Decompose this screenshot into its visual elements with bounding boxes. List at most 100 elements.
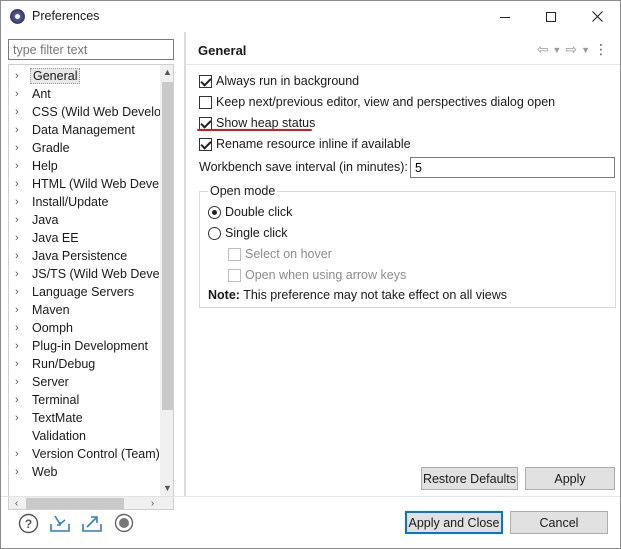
- tree-item-label: HTML (Wild Web Develc: [32, 177, 160, 191]
- restore-defaults-button[interactable]: Restore Defaults: [421, 467, 518, 490]
- scroll-left-icon[interactable]: ‹: [9, 496, 24, 509]
- tree-item[interactable]: › Java Persistence: [9, 247, 160, 265]
- chevron-right-icon[interactable]: ›: [15, 301, 25, 319]
- help-icon[interactable]: ?: [17, 512, 39, 534]
- tree-item-label: Oomph: [32, 321, 73, 335]
- tree-item-label: CSS (Wild Web Develop: [32, 105, 160, 119]
- tree-item[interactable]: › Data Management: [9, 121, 160, 139]
- tree-item[interactable]: Validation: [9, 427, 160, 445]
- tree-item[interactable]: › Web: [9, 463, 160, 481]
- tree-item[interactable]: › Gradle: [9, 139, 160, 157]
- keep-next-previous-checkbox[interactable]: [199, 95, 212, 109]
- tree-item[interactable]: › JS/TS (Wild Web Develc: [9, 265, 160, 283]
- chevron-right-icon[interactable]: ›: [15, 175, 25, 193]
- open-arrow-keys-option[interactable]: Open when using arrow keys: [228, 266, 406, 284]
- chevron-right-icon[interactable]: ›: [15, 265, 25, 283]
- chevron-right-icon[interactable]: ›: [15, 85, 25, 103]
- tree-item-label: Install/Update: [32, 195, 109, 209]
- vertical-scroll-thumb[interactable]: [162, 82, 173, 410]
- chevron-right-icon[interactable]: ›: [15, 103, 25, 121]
- tree-item[interactable]: › TextMate: [9, 409, 160, 427]
- tree-item[interactable]: › HTML (Wild Web Develc: [9, 175, 160, 193]
- record-icon[interactable]: [113, 512, 135, 534]
- chevron-right-icon[interactable]: ›: [15, 445, 25, 463]
- chevron-right-icon[interactable]: ›: [15, 463, 25, 481]
- chevron-right-icon[interactable]: ›: [15, 337, 25, 355]
- chevron-right-icon[interactable]: ›: [15, 229, 25, 247]
- apply-button[interactable]: Apply: [525, 467, 615, 490]
- chevron-right-icon[interactable]: ›: [15, 283, 25, 301]
- rename-inline-checkbox[interactable]: [199, 137, 212, 151]
- tree-item[interactable]: › Terminal: [9, 391, 160, 409]
- keep-next-previous-option[interactable]: Keep next/previous editor, view and pers…: [199, 93, 555, 111]
- chevron-right-icon[interactable]: ›: [15, 319, 25, 337]
- chevron-right-icon[interactable]: ›: [15, 193, 25, 211]
- back-arrow-icon[interactable]: ⇦: [537, 41, 549, 59]
- select-on-hover-label: Select on hover: [245, 247, 332, 261]
- tree-item[interactable]: › Ant: [9, 85, 160, 103]
- always-run-background-checkbox[interactable]: [199, 74, 212, 88]
- chevron-right-icon[interactable]: ›: [15, 67, 25, 85]
- left-pane: › General › Ant › CSS (Wild Web Develop › Data …: [1, 32, 184, 510]
- tree-item[interactable]: › Version Control (Team): [9, 445, 160, 463]
- maximize-button[interactable]: [528, 1, 574, 32]
- save-interval-input[interactable]: [410, 157, 615, 178]
- keep-next-previous-label: Keep next/previous editor, view and pers…: [216, 95, 556, 109]
- note-label: Note:: [208, 288, 240, 302]
- forward-arrow-icon[interactable]: ⇨: [565, 41, 577, 59]
- tree-horizontal-scrollbar[interactable]: ‹ ›: [9, 496, 160, 509]
- show-heap-status-checkbox[interactable]: [199, 116, 212, 130]
- tree-item[interactable]: › CSS (Wild Web Develop: [9, 103, 160, 121]
- tree-item[interactable]: › Server: [9, 373, 160, 391]
- chevron-right-icon[interactable]: ›: [15, 211, 25, 229]
- chevron-right-icon[interactable]: ›: [15, 247, 25, 265]
- rename-inline-option[interactable]: Rename resource inline if available: [199, 135, 411, 153]
- open-arrow-keys-checkbox[interactable]: [228, 268, 241, 282]
- import-preferences-icon[interactable]: [49, 512, 71, 534]
- single-click-option[interactable]: Single click: [208, 224, 288, 242]
- chevron-right-icon[interactable]: ›: [15, 139, 25, 157]
- select-on-hover-option[interactable]: Select on hover: [228, 245, 332, 263]
- double-click-radio[interactable]: [208, 205, 221, 219]
- chevron-right-icon[interactable]: ›: [15, 409, 25, 427]
- chevron-right-icon[interactable]: ›: [15, 157, 25, 175]
- scroll-up-icon[interactable]: ▲: [160, 65, 173, 80]
- chevron-right-icon[interactable]: ›: [15, 391, 25, 409]
- tree-item-label: Java Persistence: [32, 249, 128, 263]
- tree-item[interactable]: › Install/Update: [9, 193, 160, 211]
- tree-item[interactable]: › Plug-in Development: [9, 337, 160, 355]
- filter-input[interactable]: [8, 39, 174, 60]
- tree-item[interactable]: › Oomph: [9, 319, 160, 337]
- close-button[interactable]: [574, 1, 620, 32]
- chevron-right-icon[interactable]: ›: [15, 121, 25, 139]
- tree-vertical-scrollbar[interactable]: ▲ ▼: [160, 65, 173, 496]
- tree-item[interactable]: › Help: [9, 157, 160, 175]
- select-on-hover-checkbox[interactable]: [228, 247, 241, 261]
- view-menu-icon[interactable]: ⋮: [594, 41, 608, 59]
- tree-item[interactable]: › Java EE: [9, 229, 160, 247]
- tree-item[interactable]: › Java: [9, 211, 160, 229]
- rename-inline-label: Rename resource inline if available: [216, 137, 411, 151]
- save-interval-label: Workbench save interval (in minutes):: [199, 160, 408, 174]
- always-run-background-option[interactable]: Always run in background: [199, 72, 359, 90]
- forward-dropdown-icon[interactable]: ▼: [581, 41, 590, 59]
- minimize-button[interactable]: [482, 1, 528, 32]
- apply-and-close-button[interactable]: Apply and Close: [405, 511, 503, 534]
- cancel-button[interactable]: Cancel: [510, 511, 608, 534]
- horizontal-scroll-thumb[interactable]: [26, 498, 124, 509]
- tree-item[interactable]: › Run/Debug: [9, 355, 160, 373]
- export-preferences-icon[interactable]: [81, 512, 103, 534]
- tree-list: › General › Ant › CSS (Wild Web Develop › Data …: [9, 65, 160, 496]
- single-click-radio[interactable]: [208, 226, 221, 240]
- tree-item[interactable]: › Maven: [9, 301, 160, 319]
- tree-item[interactable]: › General: [9, 67, 160, 85]
- scroll-corner: [160, 496, 173, 509]
- double-click-option[interactable]: Double click: [208, 203, 292, 221]
- tree-item[interactable]: › Language Servers: [9, 283, 160, 301]
- chevron-right-icon[interactable]: ›: [15, 355, 25, 373]
- chevron-right-icon[interactable]: ›: [15, 373, 25, 391]
- scroll-right-icon[interactable]: ›: [145, 496, 160, 509]
- note-text: This preference may not take effect on a…: [239, 288, 507, 302]
- back-dropdown-icon[interactable]: ▼: [552, 41, 561, 59]
- scroll-down-icon[interactable]: ▼: [160, 481, 173, 496]
